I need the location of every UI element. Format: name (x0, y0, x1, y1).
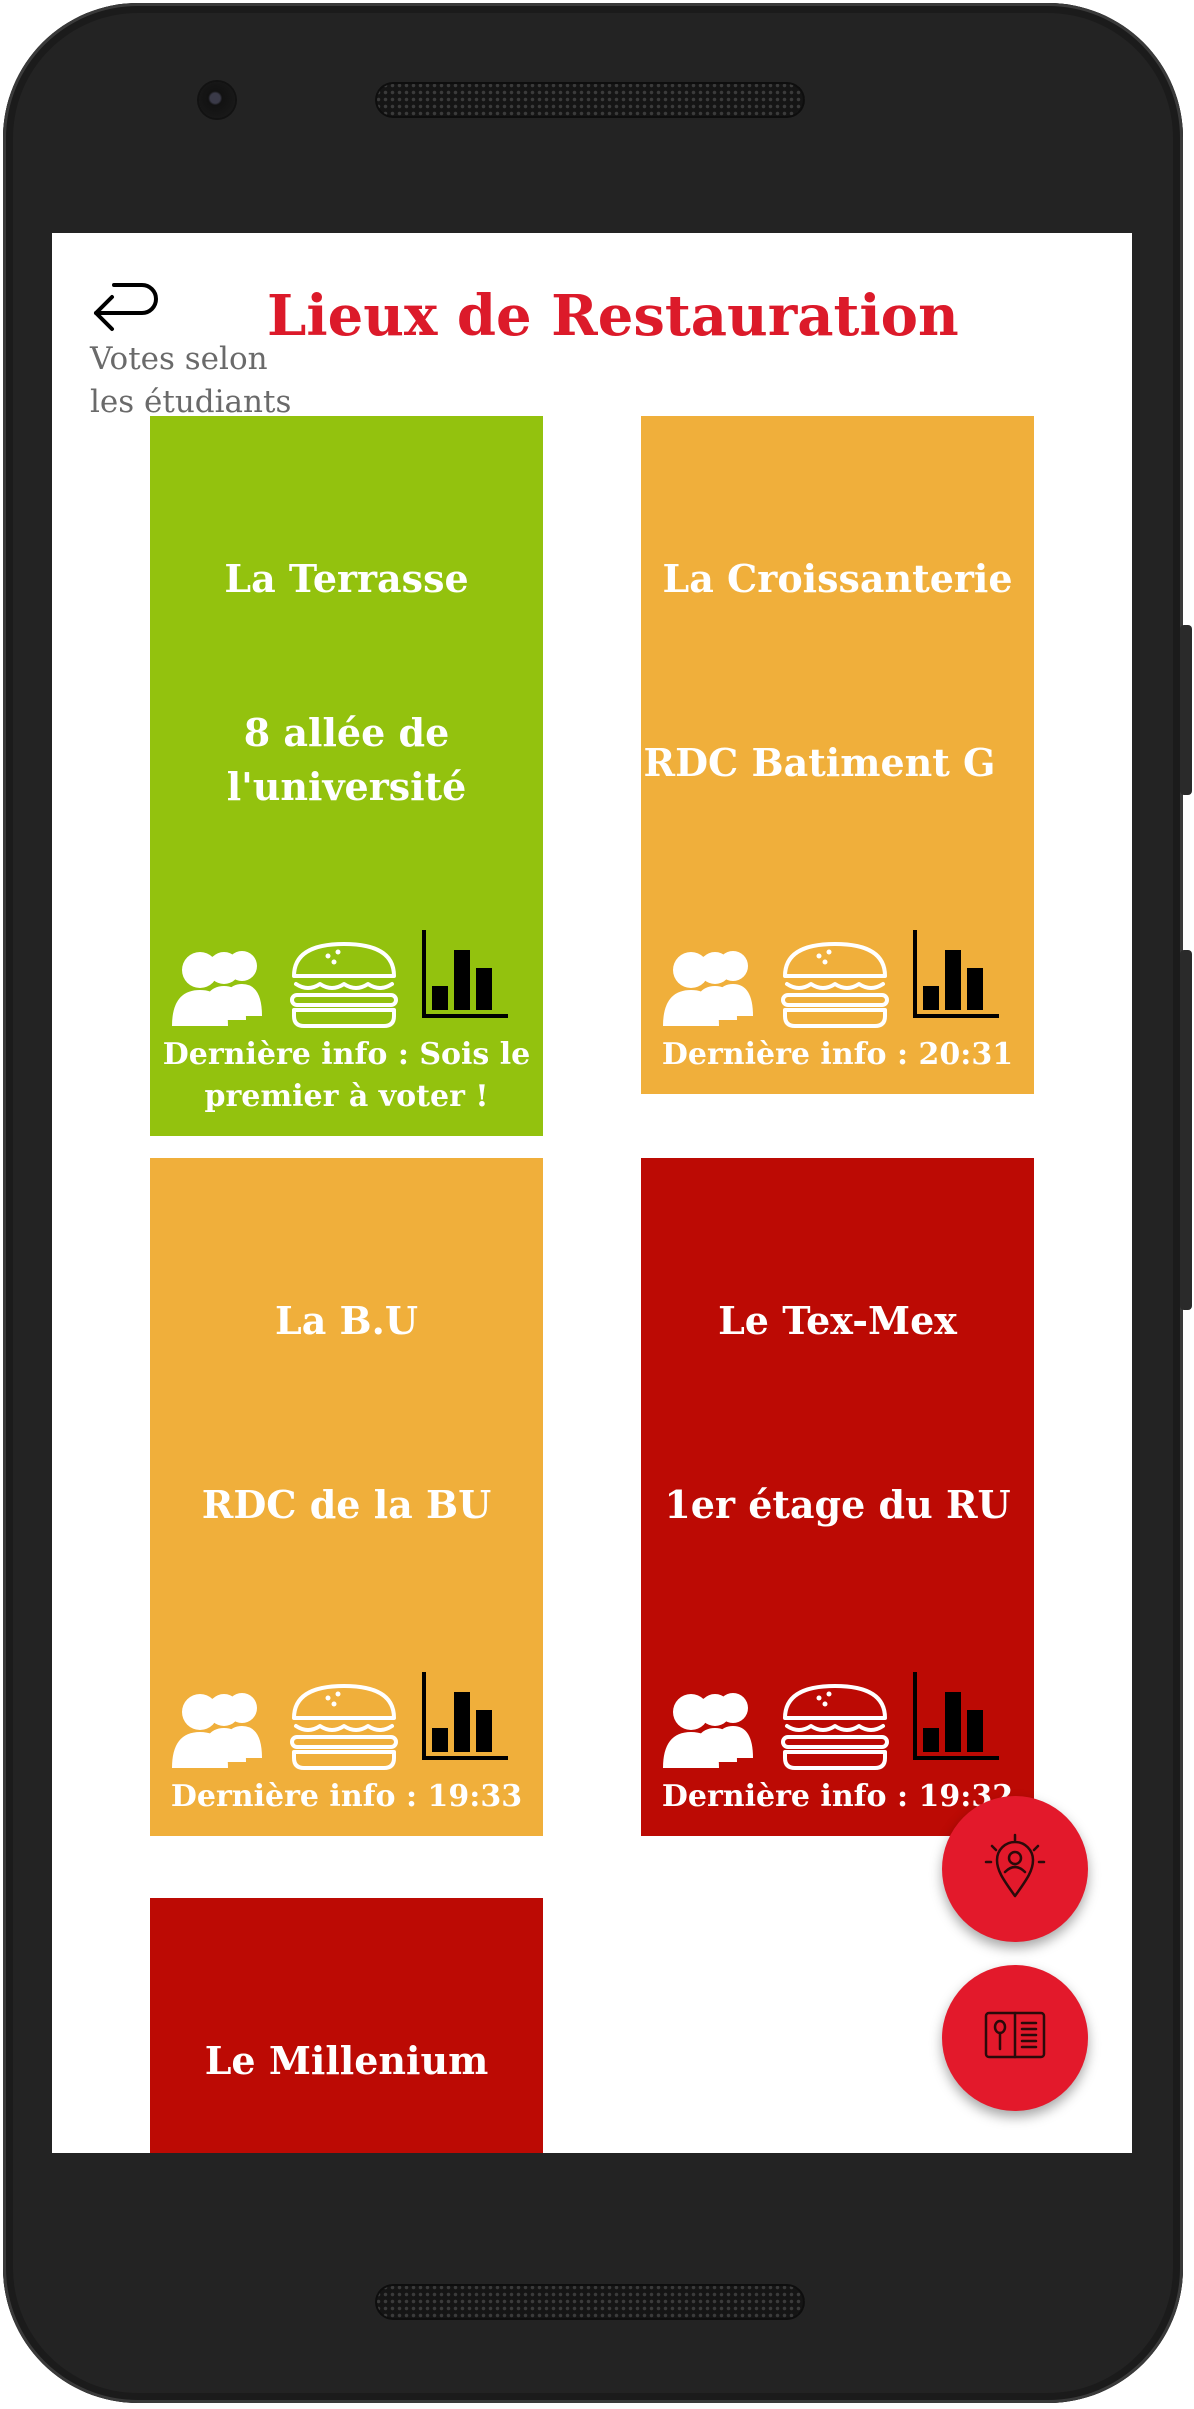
restaurant-name: Le Tex-Mex (718, 1298, 957, 1343)
bottom-speaker-grille (375, 2284, 805, 2320)
restaurant-address-line-1: RDC Batiment G (643, 740, 996, 785)
restaurant-address: 1er étage du RU (641, 1478, 1034, 1532)
last-info: Dernière info : 19:33 (150, 1776, 543, 1818)
restaurant-card-la-terrasse[interactable]: La Terrasse 8 allée de l'université Dern… (150, 416, 543, 1136)
restaurant-address-line-2: l'université (226, 764, 467, 809)
bar-chart-icon[interactable] (911, 1670, 1001, 1766)
restaurant-name: La B.U (274, 1298, 419, 1343)
last-info-line-1: Dernière info : 20:31 (661, 1037, 1014, 1072)
restaurant-address: RDC de la BU (150, 1478, 543, 1532)
bar-chart-icon[interactable] (911, 928, 1001, 1024)
location-pin-icon (980, 1832, 1050, 1906)
restaurant-card-le-millenium[interactable]: Le Millenium (150, 1898, 543, 2153)
restaurant-name: La Croissanterie (662, 556, 1013, 601)
burger-icon[interactable] (779, 940, 891, 1034)
card-icon-row (166, 928, 526, 1028)
card-icon-row (166, 1670, 526, 1770)
votes-label: Votes selon les étudiants (90, 338, 310, 424)
restaurant-address-line-1: 8 allée de (243, 710, 450, 755)
restaurant-name: La Terrasse (224, 556, 469, 601)
restaurant-address: 8 allée de l'université (150, 706, 543, 814)
restaurant-address: RDC Batiment G (623, 736, 1016, 790)
menu-book-icon (980, 2001, 1050, 2075)
people-icon[interactable] (166, 946, 274, 1030)
volume-rocker (1180, 950, 1192, 1310)
card-icon-row (657, 928, 1017, 1028)
burger-icon[interactable] (288, 1682, 400, 1776)
back-button[interactable] (88, 283, 168, 343)
restaurant-name: Le Millenium (204, 2038, 489, 2083)
last-info: Dernière info : Sois le premier à voter … (150, 1034, 543, 1118)
restaurant-address-line-1: 1er étage du RU (664, 1482, 1011, 1527)
last-info-line-1: Dernière info : 19:33 (170, 1779, 523, 1814)
people-icon[interactable] (657, 1688, 765, 1772)
last-info: Dernière info : 20:31 (641, 1034, 1034, 1076)
burger-icon[interactable] (779, 1682, 891, 1776)
last-info-line-1: Dernière info : Sois le (162, 1037, 531, 1072)
restaurant-card-le-tex-mex[interactable]: Le Tex-Mex 1er étage du RU Dernière info… (641, 1158, 1034, 1836)
menu-book-button[interactable] (942, 1965, 1088, 2111)
bar-chart-icon[interactable] (420, 1670, 510, 1766)
front-camera (199, 82, 235, 118)
last-info-line-2: premier à voter ! (204, 1079, 489, 1114)
restaurant-card-la-bu[interactable]: La B.U RDC de la BU Dernière info: 19:3… (150, 1158, 543, 1836)
bar-chart-icon[interactable] (420, 928, 510, 1024)
burger-icon[interactable] (288, 940, 400, 1034)
restaurant-card-la-croissanterie[interactable]: La Croissanterie RDC Batiment G Dernière… (641, 416, 1034, 1094)
app-screen: Votes selon les étudiants Lieux de Resta… (52, 233, 1132, 2153)
card-icon-row (657, 1670, 1017, 1770)
top-speaker-grille (375, 82, 805, 118)
map-location-button[interactable] (942, 1796, 1088, 1942)
page-title: Lieux de Restauration (267, 283, 959, 349)
restaurant-address-line-1: RDC de la BU (201, 1482, 492, 1527)
people-icon[interactable] (166, 1688, 274, 1772)
power-button (1180, 625, 1192, 795)
people-icon[interactable] (657, 946, 765, 1030)
